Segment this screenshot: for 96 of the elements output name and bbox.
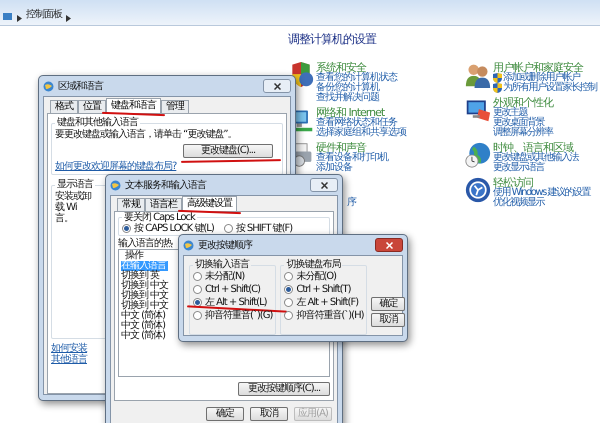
- close-button[interactable]: [263, 79, 291, 93]
- group-label: 切换键盘布局: [285, 259, 342, 270]
- users-icon: [465, 62, 491, 88]
- radio-button[interactable]: [284, 285, 294, 294]
- radio-button[interactable]: [122, 224, 131, 233]
- description-text: 安装或卸载 Wi: [55, 191, 92, 213]
- page-title: 调整计算机的设置: [288, 32, 378, 46]
- radio-label: Ctrl + Shift(T): [296, 284, 351, 295]
- list-row[interactable]: 中文 (简体): [121, 331, 167, 341]
- group-label: 要关闭 Caps Lock: [123, 212, 196, 223]
- accessibility-icon: [465, 177, 491, 203]
- category-title[interactable]: 时钟、语言和区域: [493, 142, 573, 153]
- help-link[interactable]: 如何安装其他语言: [51, 343, 93, 365]
- radio-button[interactable]: [284, 311, 294, 320]
- category-link[interactable]: 更改键盘或其他输入法: [493, 153, 578, 163]
- dialog-button[interactable]: 取消: [250, 407, 288, 421]
- category-link[interactable]: 使用 Windows 建议的设置: [493, 188, 590, 198]
- category-link[interactable]: 序: [347, 197, 356, 208]
- window-icon: [110, 180, 121, 190]
- radio-button[interactable]: [193, 298, 202, 307]
- radio-button[interactable]: [193, 285, 202, 294]
- tab[interactable]: 管理: [161, 100, 189, 113]
- list-row[interactable]: 中文 (简体): [121, 311, 167, 321]
- category-link[interactable]: 添加设备: [316, 163, 352, 173]
- description-text: 言。: [55, 213, 74, 224]
- tab[interactable]: 高级键设置: [182, 196, 237, 211]
- globe-icon: [465, 142, 491, 168]
- breadcrumb-item[interactable]: 控制面板: [26, 7, 62, 22]
- tab[interactable]: 语言栏: [145, 198, 182, 211]
- dialog-button[interactable]: 更改键盘(C)...: [183, 144, 273, 158]
- window-title: 区域和语言: [58, 80, 103, 94]
- tab[interactable]: 常规: [117, 198, 145, 211]
- radio-button[interactable]: [284, 272, 294, 281]
- category-link[interactable]: 调整屏幕分辨率: [493, 128, 552, 138]
- category-title[interactable]: 用户帐户和家庭安全: [493, 62, 583, 73]
- radio-label: 左 Alt + Shift(L): [205, 297, 267, 308]
- folder-icon: [2, 11, 13, 22]
- close-icon: [274, 82, 280, 90]
- category-link[interactable]: 优化视频显示: [493, 198, 544, 208]
- radio-label: 抑音符重音(`)(G): [205, 310, 272, 321]
- description-text: 要更改键盘或输入语言，请单击 “更改键盘”。: [55, 129, 238, 140]
- radio-button[interactable]: [193, 272, 202, 281]
- radio-label: 按 CAPS LOCK 键(L): [134, 223, 214, 234]
- category-link[interactable]: 为所有用户设置家长控制: [503, 83, 596, 93]
- close-icon: [386, 242, 392, 248]
- window-icon: [183, 240, 194, 250]
- list-row[interactable]: 切换到 中文: [121, 301, 170, 311]
- tab[interactable]: 格式: [50, 100, 78, 113]
- category-link[interactable]: 更改显示语言: [493, 163, 544, 173]
- radio-button[interactable]: [224, 224, 233, 233]
- radio-button[interactable]: [193, 311, 202, 320]
- category-link[interactable]: 查看网络状态和任务: [316, 118, 397, 128]
- help-link[interactable]: 如何更改欢迎屏幕的键盘布局?: [55, 161, 176, 172]
- list-row[interactable]: 切换到 中文: [121, 291, 170, 301]
- group-label: 键盘和其他输入语言: [56, 117, 140, 128]
- category-link[interactable]: 选择家庭组和共享选项: [316, 128, 406, 138]
- section-label: 输入语言的热: [118, 238, 172, 249]
- close-button[interactable]: [310, 178, 338, 192]
- group-label: 切换输入语言: [194, 259, 250, 270]
- list-row[interactable]: 中文 (简体): [121, 321, 167, 331]
- dialog-button[interactable]: 更改按键顺序(C)...: [238, 382, 330, 396]
- category-title[interactable]: 网络和 Internet: [316, 107, 384, 118]
- category-link[interactable]: 备份您的计算机: [316, 83, 379, 93]
- dialog-button[interactable]: 取消: [371, 313, 406, 327]
- chevron-icon: [66, 15, 71, 22]
- column-header: 操作: [124, 250, 143, 261]
- window-title: 文本服务和输入语言: [125, 178, 206, 192]
- category-link[interactable]: 查看您的计算机状态: [316, 73, 397, 83]
- window-icon: [43, 80, 54, 92]
- radio-label: 未分配(O): [296, 271, 336, 282]
- tab[interactable]: 键盘和语言: [106, 98, 161, 113]
- dialog-button[interactable]: 确定: [371, 297, 406, 311]
- tab[interactable]: 位置: [78, 100, 106, 113]
- window-title: 更改按键顺序: [198, 238, 252, 252]
- category-link[interactable]: 查找并解决问题: [316, 93, 379, 103]
- category-link[interactable]: 更改桌面背景: [493, 118, 544, 128]
- close-icon: [320, 182, 328, 188]
- category-title[interactable]: 外观和个性化: [493, 97, 553, 108]
- close-button[interactable]: [375, 238, 403, 252]
- list-row[interactable]: 切换到 中文: [121, 281, 170, 291]
- radio-label: Ctrl + Shift(C): [205, 284, 260, 295]
- chevron-icon: [17, 15, 22, 22]
- category-link[interactable]: 添加或删除用户帐户: [503, 73, 580, 83]
- dialog-button[interactable]: 确定: [206, 407, 244, 421]
- category-title[interactable]: 硬件和声音: [316, 142, 366, 153]
- category-link[interactable]: 查看设备和打印机: [316, 153, 388, 163]
- radio-label: 未分配(N): [205, 271, 244, 282]
- radio-label: 抑音符重音(`)(H): [296, 310, 364, 321]
- group-label: 显示语言: [56, 179, 94, 190]
- radio-button[interactable]: [284, 298, 294, 307]
- category-title[interactable]: 轻松访问: [493, 177, 533, 188]
- category-title[interactable]: 系统和安全: [316, 62, 366, 73]
- list-row[interactable]: 切换到 英: [121, 271, 162, 281]
- radio-label: 按 SHIFT 键(F): [236, 223, 292, 234]
- radio-label: 左 Alt + Shift(F): [296, 297, 358, 308]
- category-link[interactable]: 更改主题: [493, 108, 527, 118]
